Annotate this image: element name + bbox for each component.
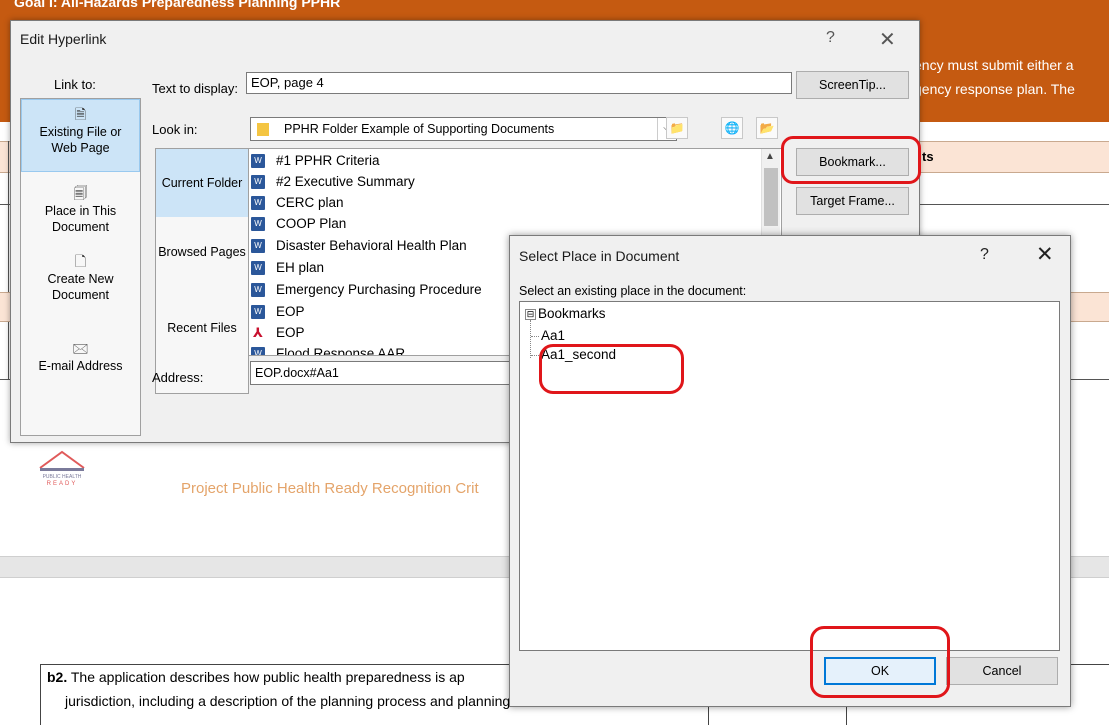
link-to-create-new-document[interactable]: 🗋 Create New Document [21, 253, 140, 303]
up-folder-icon[interactable]: 📁 [666, 117, 688, 139]
tree-connector [531, 335, 539, 337]
file-globe-icon: 🗎 [74, 106, 87, 122]
criterion-text-line-2: jurisdiction, including a description of… [65, 693, 546, 709]
goal-heading: Goal I: All-Hazards Preparedness Plannin… [14, 0, 341, 10]
annotation-highlight [810, 626, 950, 698]
svg-text:PUBLIC HEALTH: PUBLIC HEALTH [43, 474, 82, 480]
nav-recent-files[interactable]: Recent Files [156, 321, 248, 335]
svg-text:READY: READY [47, 481, 78, 487]
annotation-highlight [539, 344, 684, 394]
close-button[interactable]: ✕ [1036, 242, 1054, 267]
file-name: CERC plan [276, 195, 344, 210]
list-item[interactable]: W COOP Plan [251, 213, 346, 234]
word-document-icon: W [251, 305, 265, 320]
list-item[interactable]: W #2 Executive Summary [251, 171, 415, 192]
new-document-icon: 🗋 [74, 253, 87, 269]
look-in-dropdown[interactable]: PPHR Folder Example of Supporting Docume… [250, 117, 677, 141]
screentip-button[interactable]: ScreenTip... [796, 71, 909, 99]
select-place-dialog: Select Place in Document ? ✕ Select an e… [509, 235, 1071, 707]
look-in-value: PPHR Folder Example of Supporting Docume… [284, 122, 555, 136]
pphr-logo: PUBLIC HEALTH READY [36, 448, 88, 496]
word-document-icon: W [251, 239, 265, 254]
header-text-line-1: ency must submit either a [914, 57, 1074, 73]
link-to-item-label: Create New [47, 272, 114, 286]
browse-web-icon[interactable]: 🌐 [721, 117, 743, 139]
document-place-icon: 🗐 [73, 185, 88, 201]
word-document-icon: W [251, 154, 265, 169]
link-to-item-label: Web Page [51, 141, 110, 155]
link-to-label: Link to: [54, 77, 96, 92]
cancel-button[interactable]: Cancel [946, 657, 1058, 685]
criterion-number: b2. [47, 669, 68, 685]
link-to-item-label: Document [52, 288, 109, 302]
word-document-icon: W [251, 196, 265, 211]
browse-file-icon[interactable]: 📂 [756, 117, 778, 139]
collapse-toggle-icon[interactable]: ⊟ [525, 308, 536, 320]
list-item[interactable]: W EOP [251, 301, 305, 322]
nav-browsed-pages[interactable]: Browsed Pages [156, 245, 248, 259]
word-document-icon: W [251, 217, 265, 232]
text-to-display-label: Text to display: [152, 81, 238, 96]
file-name: #2 Executive Summary [276, 174, 415, 189]
pdf-document-icon: ⅄ [253, 325, 263, 341]
target-frame-button[interactable]: Target Frame... [796, 187, 909, 215]
scrollbar-thumb[interactable] [764, 168, 778, 226]
list-item[interactable]: W Emergency Purchasing Procedure [251, 279, 482, 300]
tree-root-bookmarks[interactable]: ⊟ Bookmarks [525, 306, 606, 321]
file-name: #1 PPHR Criteria [276, 153, 380, 168]
file-name: EH plan [276, 260, 325, 275]
dialog-title: Select Place in Document [519, 248, 680, 264]
file-name: EOP [276, 325, 305, 340]
table-border-left [8, 141, 9, 380]
address-label: Address: [152, 370, 204, 385]
word-document-icon: W [251, 175, 265, 190]
list-item[interactable]: W Disaster Behavioral Health Plan [251, 235, 467, 256]
criterion-text: The application describes how public hea… [70, 669, 465, 685]
link-to-item-label: Place in This [44, 204, 117, 218]
file-name: EOP [276, 304, 305, 319]
dialog-title: Edit Hyperlink [20, 31, 107, 47]
file-name: Disaster Behavioral Health Plan [276, 238, 467, 253]
annotation-highlight [781, 136, 921, 184]
instruction-label: Select an existing place in the document… [519, 284, 747, 298]
column-header-fragment: ts [922, 149, 934, 164]
list-item[interactable]: ⅄ EOP [251, 322, 305, 343]
text-to-display-input[interactable]: EOP, page 4 [246, 72, 792, 94]
file-name: Emergency Purchasing Procedure [276, 282, 482, 297]
word-document-icon: W [251, 261, 265, 276]
word-document-icon: W [251, 347, 265, 355]
footer-title: Project Public Health Ready Recognition … [181, 480, 479, 497]
look-in-label: Look in: [152, 122, 198, 137]
tree-connector [531, 354, 539, 356]
list-item[interactable]: W EH plan [251, 257, 324, 278]
link-to-panel: 🗎 Existing File or Web Page 🗐 Place in T… [20, 98, 141, 436]
link-to-existing-file[interactable]: 🗎 Existing File or Web Page [21, 99, 140, 172]
link-to-place-in-document[interactable]: 🗐 Place in This Document [21, 185, 140, 235]
link-to-item-label: E-mail Address [38, 359, 123, 373]
tree-root-label: Bookmarks [538, 306, 606, 321]
link-to-email-address[interactable]: 🖂 E-mail Address [21, 340, 140, 374]
close-button[interactable]: ✕ [879, 27, 896, 52]
scroll-up-icon[interactable]: ▲ [765, 151, 775, 162]
tree-item-aa1[interactable]: Aa1 [531, 328, 565, 343]
file-name: Flood Response AAR [276, 346, 406, 356]
list-item[interactable]: W Flood Response AAR [251, 343, 406, 356]
location-nav: Current Folder Browsed Pages Recent File… [155, 148, 249, 394]
tree-item-label: Aa1 [541, 328, 566, 343]
list-item[interactable]: W CERC plan [251, 192, 344, 213]
nav-current-folder[interactable]: Current Folder [156, 149, 248, 217]
file-name: COOP Plan [276, 216, 347, 231]
folder-icon [257, 123, 269, 136]
help-button[interactable]: ? [826, 29, 835, 47]
list-item[interactable]: W #1 PPHR Criteria [251, 150, 380, 171]
link-to-item-label: Document [52, 220, 109, 234]
word-document-icon: W [251, 283, 265, 298]
header-text-line-2: gency response plan. The [914, 81, 1075, 97]
email-icon: 🖂 [72, 340, 89, 356]
help-button[interactable]: ? [980, 246, 989, 264]
link-to-item-label: Existing File or [39, 125, 122, 139]
